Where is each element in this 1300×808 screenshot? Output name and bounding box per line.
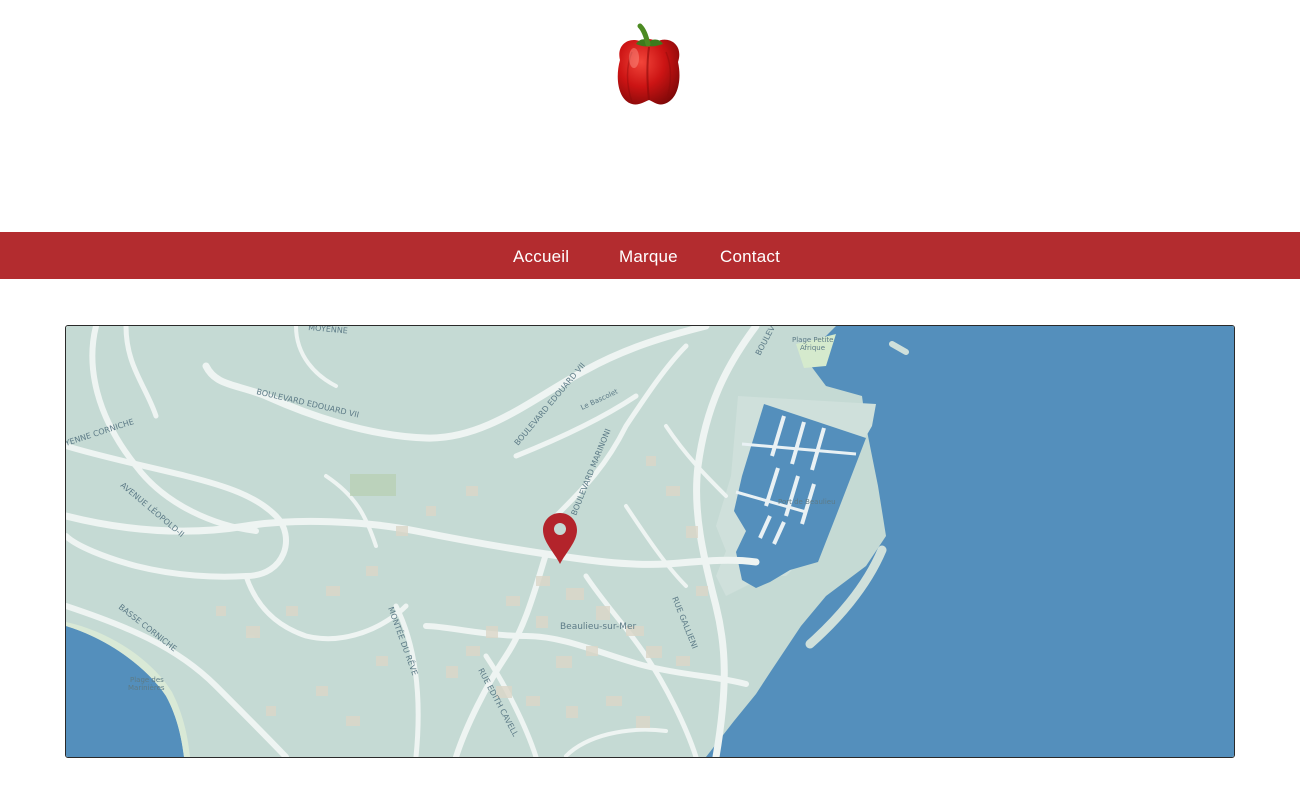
location-map[interactable]: MOYENNE BOULEVARD EDOUARD VII BOULEVARD … xyxy=(65,325,1235,758)
nav-contact[interactable]: Contact xyxy=(720,232,780,279)
park-area xyxy=(350,474,396,496)
label-petite-afrique-2: Afrique xyxy=(800,344,825,352)
nav-accueil[interactable]: Accueil xyxy=(513,232,569,279)
label-beaulieu: Beaulieu-sur-Mer xyxy=(560,622,636,632)
label-port: Port de Beaulieu xyxy=(778,498,836,506)
nav-marque[interactable]: Marque xyxy=(619,232,678,279)
map-canvas[interactable]: MOYENNE BOULEVARD EDOUARD VII BOULEVARD … xyxy=(66,326,1234,757)
main-navbar: Accueil Marque Contact xyxy=(0,232,1300,279)
red-bell-pepper-icon xyxy=(617,23,680,105)
logo[interactable] xyxy=(608,22,690,108)
site-header xyxy=(0,0,1300,232)
label-plage-des-2: Marinières xyxy=(128,684,165,692)
label-plage-des-1: Plage des xyxy=(130,676,164,684)
label-petite-afrique-1: Plage Petite xyxy=(792,336,833,344)
